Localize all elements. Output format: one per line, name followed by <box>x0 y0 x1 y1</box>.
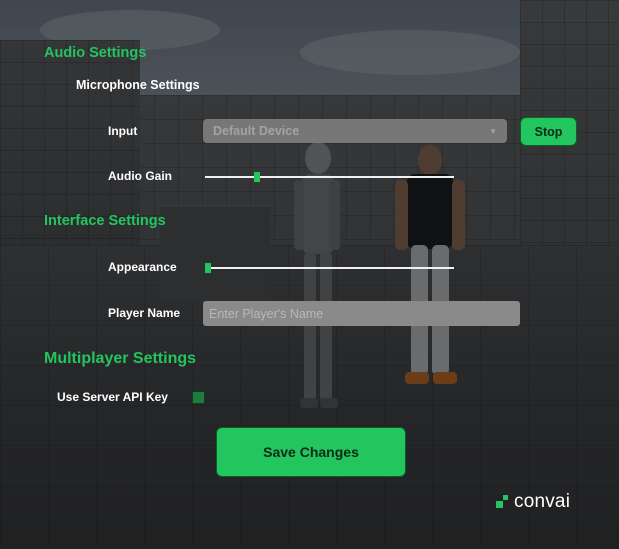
convai-logo-icon <box>496 495 508 508</box>
chevron-down-icon: ▼ <box>489 126 497 136</box>
use-server-api-key-label: Use Server API Key <box>57 390 168 404</box>
appearance-slider-thumb[interactable] <box>205 263 211 273</box>
settings-panel: Audio Settings Microphone Settings Input… <box>0 0 619 549</box>
multiplayer-settings-title: Multiplayer Settings <box>44 350 197 367</box>
input-device-value: Default Device <box>213 124 300 138</box>
convai-logo: convai <box>496 491 570 513</box>
audio-gain-slider[interactable] <box>205 172 454 182</box>
microphone-settings-title: Microphone Settings <box>76 78 200 92</box>
audio-gain-slider-thumb[interactable] <box>254 172 260 182</box>
stop-button[interactable]: Stop <box>520 117 577 146</box>
appearance-slider[interactable] <box>205 263 454 273</box>
input-device-dropdown[interactable]: Default Device ▼ <box>203 119 507 143</box>
logo-text: convai <box>514 491 571 512</box>
appearance-label: Appearance <box>108 260 177 274</box>
player-name-input[interactable] <box>203 301 520 326</box>
interface-settings-title: Interface Settings <box>44 213 166 229</box>
use-server-api-key-checkbox[interactable] <box>192 391 205 404</box>
audio-gain-label: Audio Gain <box>108 169 172 183</box>
player-name-label: Player Name <box>108 306 181 320</box>
input-label: Input <box>108 124 138 138</box>
audio-settings-title: Audio Settings <box>44 45 147 61</box>
save-changes-button[interactable]: Save Changes <box>216 427 406 477</box>
